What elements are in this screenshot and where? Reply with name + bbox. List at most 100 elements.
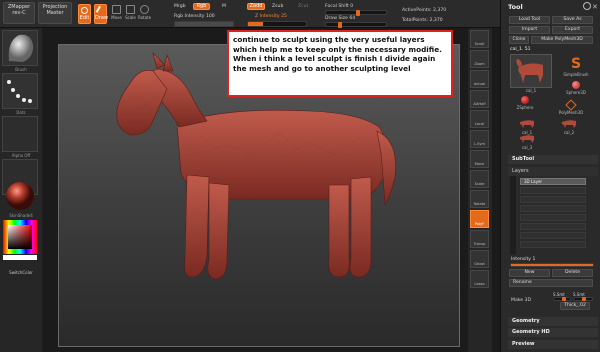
- scale-icon: [126, 5, 135, 14]
- material-sphere-icon: [6, 182, 34, 210]
- m-toggle[interactable]: M: [222, 4, 226, 9]
- intensity-slider[interactable]: [510, 263, 594, 267]
- tool-thumb-zsphere[interactable]: ZSphere: [510, 95, 540, 115]
- layers-header[interactable]: Layers: [508, 167, 598, 176]
- lsym-button[interactable]: L.Sym: [470, 130, 489, 148]
- palette-settings-icon[interactable]: [583, 2, 591, 10]
- save-as-button[interactable]: Save As: [552, 16, 593, 24]
- alpha-label: Alpha Off: [11, 153, 31, 158]
- ghost-button[interactable]: Ghost: [470, 250, 489, 268]
- focal-shift-slider[interactable]: [325, 10, 387, 16]
- make-polymesh-button[interactable]: Make PolyMesh3D: [531, 36, 593, 44]
- lasso-button[interactable]: Lasso: [470, 270, 489, 288]
- preview-header[interactable]: Preview: [508, 340, 598, 349]
- zmapper-rev-label: rev-C: [12, 9, 26, 16]
- layer-item[interactable]: [520, 196, 586, 203]
- brush-selector[interactable]: [2, 30, 38, 66]
- subtool-header[interactable]: SubTool: [508, 155, 598, 164]
- scale-tool-button[interactable]: Scale: [124, 4, 137, 22]
- tool-thumb-cal2[interactable]: cal_2: [556, 118, 582, 136]
- note-line-2: When i think a level sculpt is finish I …: [233, 54, 436, 73]
- import-button[interactable]: Import: [509, 26, 550, 34]
- close-palette-icon[interactable]: ✕: [592, 3, 598, 11]
- layer-item[interactable]: [520, 223, 586, 230]
- rgb-intensity-label: Rgb Intensity 100: [174, 14, 215, 19]
- s-smt-slider-2[interactable]: [573, 297, 593, 301]
- rename-layer-button[interactable]: Rename: [509, 279, 593, 287]
- draw-size-label: Draw Size 64: [325, 16, 356, 21]
- local-button[interactable]: Local: [470, 110, 489, 128]
- sphere3d-icon: [572, 81, 580, 89]
- simplebrush-icon: S: [570, 56, 582, 72]
- layer-item[interactable]: [520, 205, 586, 212]
- actual-button[interactable]: Actual: [470, 70, 489, 88]
- move-tool-button[interactable]: Move: [110, 4, 123, 22]
- clone-button[interactable]: Clone: [509, 36, 529, 44]
- color-picker[interactable]: [3, 220, 37, 260]
- aahalf-button[interactable]: AAHalf: [470, 90, 489, 108]
- alpha-selector[interactable]: [2, 116, 38, 152]
- draw-tool-button[interactable]: Draw: [94, 4, 108, 24]
- simplebrush-label: SimpleBrush: [563, 72, 589, 77]
- tool-thumb-sphere3d[interactable]: Sphere3D: [558, 80, 594, 100]
- cal3-label: cal_3: [521, 145, 533, 150]
- new-layer-button[interactable]: New: [509, 269, 550, 277]
- geometry-hd-header[interactable]: Geometry HD: [508, 328, 598, 337]
- z-intensity-label: Z Intensity 25: [255, 14, 287, 19]
- layers-scrollbar[interactable]: [510, 176, 516, 254]
- current-tool-label: cal_1. 51: [510, 47, 531, 52]
- switch-color-button[interactable]: SwitchColor: [0, 270, 42, 275]
- export-button[interactable]: Export: [552, 26, 593, 34]
- polymesh3d-label: PolyMesh3D: [558, 110, 584, 115]
- geometry-header[interactable]: Geometry: [508, 317, 598, 326]
- delete-layer-button[interactable]: Delete: [552, 269, 593, 277]
- zsub-toggle[interactable]: Zsub: [272, 4, 283, 9]
- color-square[interactable]: [8, 225, 32, 249]
- mrgb-toggle[interactable]: Mrgb: [174, 4, 186, 9]
- tool-thumb-polymesh3d[interactable]: PolyMesh3D: [548, 99, 594, 120]
- projection-master-button[interactable]: Projection Master: [38, 2, 72, 24]
- sphere3d-label: Sphere3D: [566, 90, 586, 95]
- tool-thumb-cal3[interactable]: cal_3: [514, 133, 540, 151]
- transp-button[interactable]: Transp: [470, 230, 489, 248]
- tool-thumb-current[interactable]: [510, 54, 552, 88]
- make-3d-button[interactable]: Make 3D: [511, 298, 531, 303]
- secondary-color-swatch[interactable]: [3, 255, 37, 260]
- material-selector[interactable]: [2, 179, 38, 213]
- rotate-view-button[interactable]: Rotate: [470, 190, 489, 208]
- layer-item-selected[interactable]: 3D Layer: [520, 178, 586, 185]
- horse-thumb-icon: [516, 59, 543, 83]
- zadd-toggle[interactable]: Zadd: [247, 3, 265, 10]
- layer-item[interactable]: [520, 214, 586, 221]
- edit-label: Edit: [79, 15, 90, 21]
- layer-item[interactable]: [520, 241, 586, 248]
- left-tray: Brush Dots Alpha Off Texture Off SkinSha…: [0, 28, 42, 352]
- draw-size-slider[interactable]: [325, 22, 387, 28]
- zsphere-icon: [521, 96, 529, 104]
- zmapper-button[interactable]: ZMapper rev-C: [3, 2, 35, 24]
- scroll-button[interactable]: Scroll: [470, 30, 489, 48]
- scale-view-button[interactable]: Scale: [470, 170, 489, 188]
- z-intensity-slider[interactable]: [247, 21, 307, 27]
- zoom-button[interactable]: Zoom: [470, 50, 489, 68]
- edit-tool-button[interactable]: Edit: [78, 4, 91, 24]
- annotation-note: continue to sculpt using the very useful…: [227, 30, 453, 97]
- layer-item[interactable]: [520, 232, 586, 239]
- stroke-selector[interactable]: [2, 73, 38, 109]
- edit-icon: [81, 7, 88, 14]
- dots-stroke-icon: [7, 80, 32, 103]
- rgb-toggle[interactable]: Rgb: [193, 3, 210, 10]
- rotate-tool-button[interactable]: Rotate: [138, 4, 151, 22]
- rgb-intensity-slider[interactable]: [174, 21, 234, 27]
- thick-slider[interactable]: Thick_.02: [560, 302, 590, 310]
- layer-item[interactable]: [520, 187, 586, 194]
- intensity-label: Intensity 1: [511, 257, 536, 262]
- s-smt-slider[interactable]: [553, 297, 571, 301]
- rotate-label: Rotate: [138, 15, 152, 20]
- polyf-button[interactable]: PolyF: [470, 210, 489, 228]
- load-tool-button[interactable]: Load Tool: [509, 16, 550, 24]
- focal-shift-label: Focal Shift 0: [325, 4, 354, 9]
- zcut-toggle[interactable]: Zcut: [298, 4, 308, 9]
- draw-icon: [95, 5, 106, 16]
- move-view-button[interactable]: Move: [470, 150, 489, 168]
